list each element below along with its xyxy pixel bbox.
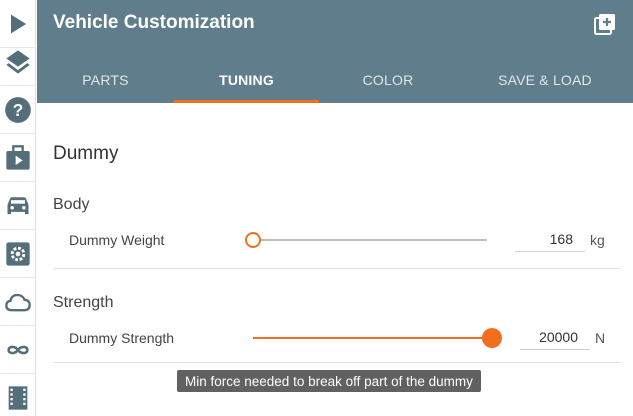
scenario-button[interactable]: [0, 134, 36, 182]
dummy-weight-slider-thumb[interactable]: [245, 232, 261, 248]
settings-button[interactable]: [0, 230, 36, 278]
group-title-body: Body: [53, 196, 90, 213]
section-title: Dummy: [53, 143, 119, 164]
dummy-weight-slider-track[interactable]: [253, 239, 487, 241]
tab-color[interactable]: COLOR: [319, 56, 457, 103]
tooltip: Min force needed to break off part of th…: [177, 370, 481, 392]
app-header: Vehicle Customization PARTS TUNING COLOR…: [37, 0, 633, 103]
vehicle-button[interactable]: [0, 182, 36, 230]
infinity-icon: [7, 345, 29, 354]
add-config-button[interactable]: [593, 12, 617, 36]
tab-label: COLOR: [362, 71, 414, 88]
tab-save-load[interactable]: SAVE & LOAD: [457, 56, 633, 103]
group-title-strength: Strength: [53, 294, 114, 311]
tab-bar: PARTS TUNING COLOR SAVE & LOAD: [37, 56, 633, 103]
divider: [53, 362, 621, 363]
dummy-weight-label: Dummy Weight: [69, 232, 165, 248]
cloud-button[interactable]: [0, 278, 36, 326]
play-icon: [11, 14, 27, 33]
page-title: Vehicle Customization: [53, 12, 255, 33]
tuning-panel: Dummy Body Dummy Weight kg Strength Dumm…: [37, 103, 633, 416]
tab-label: TUNING: [219, 71, 274, 88]
tab-label: SAVE & LOAD: [498, 71, 592, 88]
add-box-icon: [594, 14, 615, 35]
left-toolbar: ?: [0, 0, 36, 416]
divider: [53, 268, 621, 269]
layers-button[interactable]: [0, 38, 36, 86]
help-icon: ?: [5, 96, 31, 123]
film-strip-icon: [8, 386, 28, 410]
car-icon: [7, 196, 29, 214]
briefcase-play-icon: [6, 144, 30, 170]
dummy-strength-input[interactable]: [520, 324, 590, 350]
dummy-strength-slider-thumb[interactable]: [482, 328, 502, 348]
dummy-strength-slider-track[interactable]: [253, 337, 491, 339]
cloud-icon: [5, 293, 31, 311]
dummy-strength-label: Dummy Strength: [69, 330, 175, 346]
help-button[interactable]: ?: [0, 86, 36, 134]
dummy-weight-input[interactable]: [515, 226, 585, 252]
tab-tuning[interactable]: TUNING: [174, 56, 319, 103]
svg-text:?: ?: [13, 99, 24, 119]
dummy-weight-unit: kg: [590, 232, 605, 248]
dummy-strength-unit: N: [595, 330, 606, 346]
layers-icon: [6, 49, 30, 74]
tab-label: PARTS: [82, 71, 129, 88]
replay-button[interactable]: [0, 374, 36, 416]
settings-box-icon: [6, 241, 30, 266]
loop-button[interactable]: [0, 326, 36, 374]
tab-parts[interactable]: PARTS: [37, 56, 174, 103]
